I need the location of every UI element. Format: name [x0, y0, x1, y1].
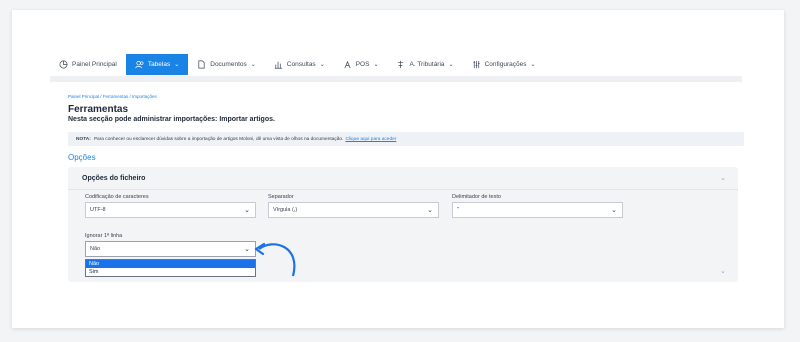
nav-label: Tabelas — [147, 61, 171, 68]
chevron-down-icon: ⌄ — [611, 207, 617, 214]
nav-item-documentos[interactable]: Documentos ⌄ — [188, 54, 265, 75]
main-nav: Painel Principal Tabelas ⌄ Documentos ⌄ … — [50, 54, 742, 75]
nav-item-configuracoes[interactable]: Configurações ⌄ — [463, 54, 545, 75]
nav-item-pos[interactable]: POS ⌄ — [334, 54, 388, 75]
nav-label: A. Tributária — [409, 61, 445, 68]
chevron-down-icon: ⌄ — [448, 62, 454, 68]
chevron-down-icon: ⌄ — [250, 62, 256, 68]
sliders-icon — [472, 60, 480, 69]
nav-item-tabelas[interactable]: Tabelas ⌄ — [125, 54, 189, 75]
tax-icon — [398, 60, 404, 69]
encoding-label: Codificação de caracteres — [85, 194, 149, 200]
encoding-value: UTF-8 — [90, 207, 106, 213]
page-subtitle: Nesta secção pode administrar importaçõe… — [68, 116, 275, 123]
ignore-first-line-label: Ignorar 1ª linha — [85, 233, 123, 239]
option-sim[interactable]: Sim — [86, 268, 255, 276]
bar-chart-icon — [274, 61, 282, 69]
chevron-down-icon: ⌄ — [244, 207, 250, 214]
panel-title[interactable]: Opções do ficheiro — [82, 175, 145, 182]
separator-select[interactable]: Vírgula (,) ⌄ — [268, 202, 439, 218]
panel-divider — [68, 189, 738, 190]
pie-chart-icon — [59, 60, 68, 69]
ignore-first-line-options: Não Sim — [85, 259, 256, 277]
nav-item-painel-principal[interactable]: Painel Principal — [50, 54, 126, 75]
separator-label: Separador — [268, 194, 294, 200]
chevron-down-icon[interactable]: ⌄ — [720, 174, 726, 182]
nav-item-a-tributaria[interactable]: A. Tributária ⌄ — [387, 54, 462, 75]
nav-label: POS — [355, 61, 370, 68]
nav-label: Painel Principal — [72, 61, 117, 68]
delimiter-select[interactable]: " ⌄ — [452, 202, 623, 218]
chevron-down-icon: ⌄ — [427, 207, 433, 214]
delimiter-label: Delimitador de texto — [452, 194, 501, 200]
info-note: NOTA: Para conhecer ou esclarecer dúvida… — [68, 132, 744, 146]
delimiter-value: " — [457, 207, 459, 213]
nav-label: Documentos — [210, 61, 247, 68]
ignore-first-line-value: Não — [90, 246, 101, 252]
note-prefix: NOTA: — [76, 136, 91, 142]
chevron-down-icon: ⌄ — [373, 62, 379, 68]
section-title: Opções — [68, 153, 96, 162]
page-title: Ferramentas — [68, 104, 129, 115]
chevron-down-icon: ⌄ — [319, 62, 325, 68]
ignore-first-line-select[interactable]: Não ⌄ — [85, 241, 256, 257]
users-icon — [135, 60, 144, 69]
nav-item-consultas[interactable]: Consultas ⌄ — [265, 54, 334, 75]
documentation-link[interactable]: Clique aqui para aceder — [345, 137, 396, 142]
chevron-down-icon: ⌄ — [530, 62, 536, 68]
chevron-down-icon: ⌄ — [174, 62, 180, 68]
pos-icon — [344, 60, 351, 69]
encoding-select[interactable]: UTF-8 ⌄ — [85, 202, 256, 218]
document-icon — [198, 60, 205, 69]
nav-label: Consultas — [286, 61, 316, 68]
nav-label: Configurações — [484, 61, 527, 68]
separator-value: Vírgula (,) — [273, 207, 298, 213]
breadcrumb[interactable]: Painel Principal / Ferramentas / Importa… — [68, 94, 157, 99]
annotation-arrow-icon — [254, 242, 296, 277]
note-text: Para conhecer ou esclarecer dúvidas sobr… — [93, 136, 344, 142]
chevron-down-icon: ⌄ — [244, 246, 250, 253]
chevron-down-icon[interactable]: ⌄ — [720, 267, 726, 275]
option-nao[interactable]: Não — [86, 260, 255, 268]
main-content: Painel Principal / Ferramentas / Importa… — [60, 82, 744, 282]
